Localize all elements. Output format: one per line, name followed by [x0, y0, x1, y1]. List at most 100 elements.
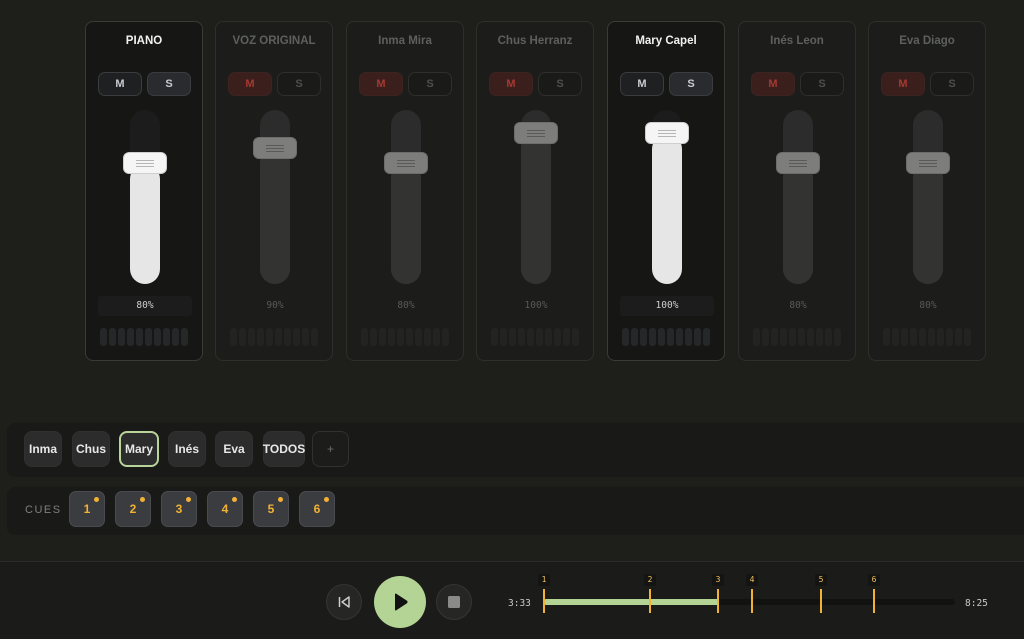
level-meter-segment — [154, 328, 161, 346]
group-button-eva[interactable]: Eva — [215, 431, 253, 467]
mute-button[interactable]: M — [620, 72, 664, 96]
volume-readout: 80% — [919, 300, 937, 311]
cue-button-5[interactable]: 5 — [253, 491, 289, 527]
timeline-scrubber[interactable]: 1 2 3 4 5 6 — [538, 574, 955, 624]
cue-button-1[interactable]: 1 — [69, 491, 105, 527]
solo-button[interactable]: S — [930, 72, 974, 96]
group-button-inés[interactable]: Inés — [168, 431, 206, 467]
channel-strip-mary-capel: Mary Capel M S 100% — [607, 21, 725, 361]
play-icon — [395, 593, 408, 611]
mute-button[interactable]: M — [751, 72, 795, 96]
volume-fader-handle[interactable] — [514, 122, 558, 144]
cue-marker-2[interactable] — [649, 589, 651, 613]
solo-button[interactable]: S — [800, 72, 844, 96]
previous-button[interactable] — [326, 584, 362, 620]
volume-readout: 100% — [620, 296, 714, 316]
channel-strip-inma-mira: Inma Mira M S 80% — [346, 21, 464, 361]
cue-set-indicator — [94, 497, 99, 502]
level-meter-segment — [807, 328, 814, 346]
volume-fader-handle[interactable] — [123, 152, 167, 174]
mute-button[interactable]: M — [359, 72, 403, 96]
mute-button[interactable]: M — [881, 72, 925, 96]
level-meter-segment — [415, 328, 422, 346]
level-meter-segment — [275, 328, 282, 346]
cue-marker-5[interactable] — [820, 589, 822, 613]
cue-set-indicator — [324, 497, 329, 502]
level-meter-segment — [311, 328, 318, 346]
level-meter-segment — [919, 328, 926, 346]
play-button[interactable] — [374, 576, 426, 628]
current-time: 3:33 — [508, 598, 531, 609]
group-button-chus[interactable]: Chus — [72, 431, 110, 467]
cue-marker-6[interactable] — [873, 589, 875, 613]
volume-fader-handle[interactable] — [645, 122, 689, 144]
solo-button[interactable]: S — [147, 72, 191, 96]
level-meter-segment — [545, 328, 552, 346]
cue-button-3[interactable]: 3 — [161, 491, 197, 527]
cue-marker-4[interactable] — [751, 589, 753, 613]
level-meter-segment — [762, 328, 769, 346]
cue-button-4[interactable]: 4 — [207, 491, 243, 527]
level-meter-segment — [631, 328, 638, 346]
cue-button-2[interactable]: 2 — [115, 491, 151, 527]
level-meter-segment — [703, 328, 710, 346]
cue-set-indicator — [232, 497, 237, 502]
solo-button[interactable]: S — [277, 72, 321, 96]
level-meter-segment — [753, 328, 760, 346]
volume-fader-handle[interactable] — [776, 152, 820, 174]
mute-button[interactable]: M — [228, 72, 272, 96]
channel-name: Inma Mira — [378, 35, 432, 47]
volume-fader-handle[interactable] — [906, 152, 950, 174]
group-button-inma[interactable]: Inma — [24, 431, 62, 467]
cue-marker-label: 1 — [538, 574, 550, 586]
level-meter-segment — [239, 328, 246, 346]
level-meter-segment — [946, 328, 953, 346]
level-meter-segment — [622, 328, 629, 346]
level-meter-segment — [649, 328, 656, 346]
channel-strip-eva-diago: Eva Diago M S 80% — [868, 21, 986, 361]
volume-fader-track[interactable] — [130, 110, 160, 284]
solo-button[interactable]: S — [408, 72, 452, 96]
channel-name: Mary Capel — [635, 35, 697, 47]
stop-button[interactable] — [436, 584, 472, 620]
timeline-progress — [543, 599, 717, 605]
level-meter-segment — [361, 328, 368, 346]
cue-button-6[interactable]: 6 — [299, 491, 335, 527]
channel-strip-piano: PIANO M S 80% — [85, 21, 203, 361]
level-meter-segment — [554, 328, 561, 346]
solo-button[interactable]: S — [538, 72, 582, 96]
volume-fader-handle[interactable] — [253, 137, 297, 159]
level-meter-segment — [676, 328, 683, 346]
volume-readout: 90% — [266, 300, 284, 311]
level-meter-segment — [370, 328, 377, 346]
cue-button-label: 5 — [267, 502, 275, 516]
level-meter-segment — [694, 328, 701, 346]
solo-button[interactable]: S — [669, 72, 713, 96]
cue-marker-3[interactable] — [717, 589, 719, 613]
level-meter-segment — [109, 328, 116, 346]
level-meter-segment — [424, 328, 431, 346]
level-meter-segment — [388, 328, 395, 346]
level-meter-segment — [518, 328, 525, 346]
level-meter-segment — [563, 328, 570, 346]
volume-fader-track[interactable] — [391, 110, 421, 284]
level-meter-segment — [667, 328, 674, 346]
level-meter-segment — [500, 328, 507, 346]
group-button-todos[interactable]: TODOS — [263, 431, 305, 467]
add-group-button[interactable]: + — [312, 431, 349, 467]
cue-marker-1[interactable] — [543, 589, 545, 613]
mute-solo-group: MS — [359, 72, 453, 96]
mute-button[interactable]: M — [98, 72, 142, 96]
mute-solo-group: MS — [751, 72, 845, 96]
volume-fader-handle[interactable] — [384, 152, 428, 174]
volume-fader-track[interactable] — [783, 110, 813, 284]
volume-readout: 80% — [397, 300, 415, 311]
cue-marker-label: 6 — [868, 574, 880, 586]
level-meter-segment — [771, 328, 778, 346]
mute-button[interactable]: M — [489, 72, 533, 96]
cue-marker-label: 3 — [712, 574, 724, 586]
level-meter-segment — [834, 328, 841, 346]
level-meter-segment — [640, 328, 647, 346]
volume-fader-track[interactable] — [913, 110, 943, 284]
group-button-mary[interactable]: Mary — [119, 431, 159, 467]
